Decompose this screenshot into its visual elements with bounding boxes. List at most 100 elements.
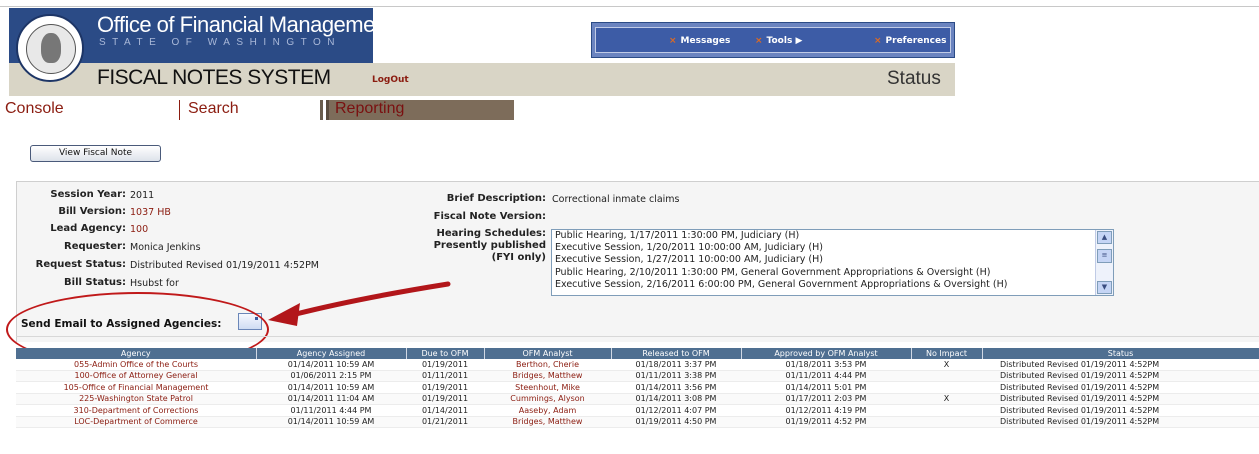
agency-link[interactable]: 225-Washington State Patrol [16,393,256,405]
hearing-item[interactable]: Executive Session, 2/16/2011 6:00:00 PM,… [552,279,1113,291]
column-header[interactable]: Released to OFM [611,348,742,359]
scroll-down-icon[interactable]: ▼ [1097,281,1112,294]
released-to-ofm-cell: 01/14/2011 3:56 PM [611,381,741,394]
session-year-label: Session Year: [50,189,126,200]
hearing-item[interactable]: Executive Session, 1/20/2011 10:00:00 AM… [552,242,1113,254]
org-title: Office of Financial Management [97,12,393,37]
table-header-row: Agency Agency Assigned Due to OFM OFM An… [16,348,1259,359]
request-status-value: Distributed Revised 01/19/2011 4:52PM [130,260,320,271]
due-to-ofm-cell: 01/19/2011 [406,359,484,371]
bill-version-label: Bill Version: [58,206,126,217]
agency-assigned-cell: 01/14/2011 10:59 AM [256,359,406,371]
brief-description-value: Correctional inmate claims [552,194,680,205]
approved-cell: 01/11/2011 4:44 PM [741,370,911,382]
agency-link[interactable]: 100-Office of Attorney General [16,370,256,382]
no-impact-cell [911,404,982,417]
agency-link[interactable]: 310-Department of Corrections [16,404,256,417]
menu-tools[interactable]: × Tools ▶ [755,36,802,46]
submenu-arrow-icon: ▶ [795,36,803,46]
lead-agency-label: Lead Agency: [50,223,126,234]
logout-link[interactable]: LogOut [372,75,409,85]
seal-inner-ring [26,24,76,74]
column-header[interactable]: Due to OFM [406,348,485,359]
fiscal-note-version-label: Fiscal Note Version: [433,211,546,222]
menu-messages[interactable]: × Messages [669,36,730,46]
released-to-ofm-cell: 01/18/2011 3:37 PM [611,359,741,371]
agency-assigned-cell: 01/14/2011 10:59 AM [256,416,406,428]
session-year-value: 2011 [130,190,155,201]
menu-preferences[interactable]: × Preferences [874,36,946,46]
hearing-schedules-label: Hearing Schedules: [436,228,547,239]
ofm-analyst-link[interactable]: Bridges, Matthew [484,416,611,428]
column-header[interactable]: Agency [16,348,257,359]
table-row: 100-Office of Attorney General 01/06/201… [16,370,1259,382]
column-header[interactable]: Agency Assigned [256,348,407,359]
approved-cell: 01/17/2011 2:03 PM [741,393,911,405]
approved-cell: 01/19/2011 4:52 PM [741,416,911,428]
brief-description-label: Brief Description: [446,193,546,204]
ofm-analyst-link[interactable]: Berthon, Cherie [484,359,611,371]
approved-cell: 01/18/2011 3:53 PM [741,359,911,371]
view-fiscal-note-button[interactable]: View Fiscal Note [30,145,161,162]
status-cell: Distributed Revised 01/19/2011 4:52PM [982,359,1259,371]
tab-console[interactable]: Console [5,100,180,120]
agency-link[interactable]: LOC-Department of Commerce [16,416,256,428]
column-header[interactable]: OFM Analyst [484,348,612,359]
scroll-thumb[interactable]: ≡ [1097,249,1112,263]
menu-tools-label: Tools [766,36,793,46]
approved-cell: 01/12/2011 4:19 PM [741,404,911,417]
tab-reporting[interactable]: Reporting [326,100,514,120]
page-status-title: Status [887,68,941,89]
agency-assigned-cell: 01/11/2011 4:44 PM [256,404,406,417]
status-cell: Distributed Revised 01/19/2011 4:52PM [982,404,1259,417]
agency-link[interactable]: 055-Admin Office of the Courts [16,359,256,371]
status-cell: Distributed Revised 01/19/2011 4:52PM [982,416,1259,428]
bill-status-value: Hsubst for [130,278,179,289]
ofm-analyst-link[interactable]: Cummings, Alyson [484,393,611,405]
hearing-schedule-listbox[interactable]: Public Hearing, 1/17/2011 1:30:00 PM, Ju… [551,229,1114,296]
hearing-item[interactable]: Public Hearing, 1/17/2011 1:30:00 PM, Ju… [552,230,1113,242]
menu-preferences-label: Preferences [885,36,947,46]
no-impact-cell [911,381,982,394]
agency-assigned-cell: 01/14/2011 10:59 AM [256,381,406,394]
hearing-item[interactable]: Public Hearing, 2/10/2011 1:30:00 PM, Ge… [552,267,1113,279]
hearing-item[interactable]: Executive Session, 1/27/2011 10:00:00 AM… [552,254,1113,266]
system-title: FISCAL NOTES SYSTEM [97,66,331,89]
requester-value: Monica Jenkins [130,242,201,253]
released-to-ofm-cell: 01/11/2011 3:38 PM [611,370,741,382]
fyi-only-label: (FYI only) [491,252,546,263]
released-to-ofm-cell: 01/14/2011 3:08 PM [611,393,741,405]
no-impact-cell [911,370,982,382]
column-header[interactable]: Approved by OFM Analyst [741,348,912,359]
ofm-analyst-link[interactable]: Bridges, Matthew [484,370,611,382]
due-to-ofm-cell: 01/19/2011 [406,393,484,405]
due-to-ofm-cell: 01/19/2011 [406,381,484,394]
bullet-icon: × [755,36,763,46]
tab-search[interactable]: Search [179,100,323,120]
listbox-scrollbar[interactable]: ▲ ≡ ▼ [1095,230,1113,295]
agency-link[interactable]: 105-Office of Financial Management [16,381,256,394]
top-nav-menu: × Messages × Tools ▶ × Preferences [591,22,955,58]
due-to-ofm-cell: 01/11/2011 [406,370,484,382]
due-to-ofm-cell: 01/14/2011 [406,404,484,417]
column-header[interactable]: Status [982,348,1259,359]
ofm-analyst-link[interactable]: Steenhout, Mike [484,381,611,394]
no-impact-cell: X [911,359,982,371]
status-cell: Distributed Revised 01/19/2011 4:52PM [982,370,1259,382]
agency-assignments-table: Agency Agency Assigned Due to OFM OFM An… [16,348,1259,428]
status-cell: Distributed Revised 01/19/2011 4:52PM [982,381,1259,394]
approved-cell: 01/14/2011 5:01 PM [741,381,911,394]
no-impact-cell: X [911,393,982,405]
bullet-icon: × [874,36,882,46]
due-to-ofm-cell: 01/21/2011 [406,416,484,428]
column-header[interactable]: No Impact [911,348,983,359]
table-row: 105-Office of Financial Management 01/14… [16,381,1259,394]
no-impact-cell [911,416,982,428]
ofm-analyst-link[interactable]: Aaseby, Adam [484,404,611,417]
top-nav-inner: × Messages × Tools ▶ × Preferences [595,27,951,53]
window-top-border [0,0,1259,7]
lead-agency-value: 100 [130,224,149,235]
scroll-up-icon[interactable]: ▲ [1097,231,1112,244]
released-to-ofm-cell: 01/12/2011 4:07 PM [611,404,741,417]
bullet-icon: × [669,36,677,46]
